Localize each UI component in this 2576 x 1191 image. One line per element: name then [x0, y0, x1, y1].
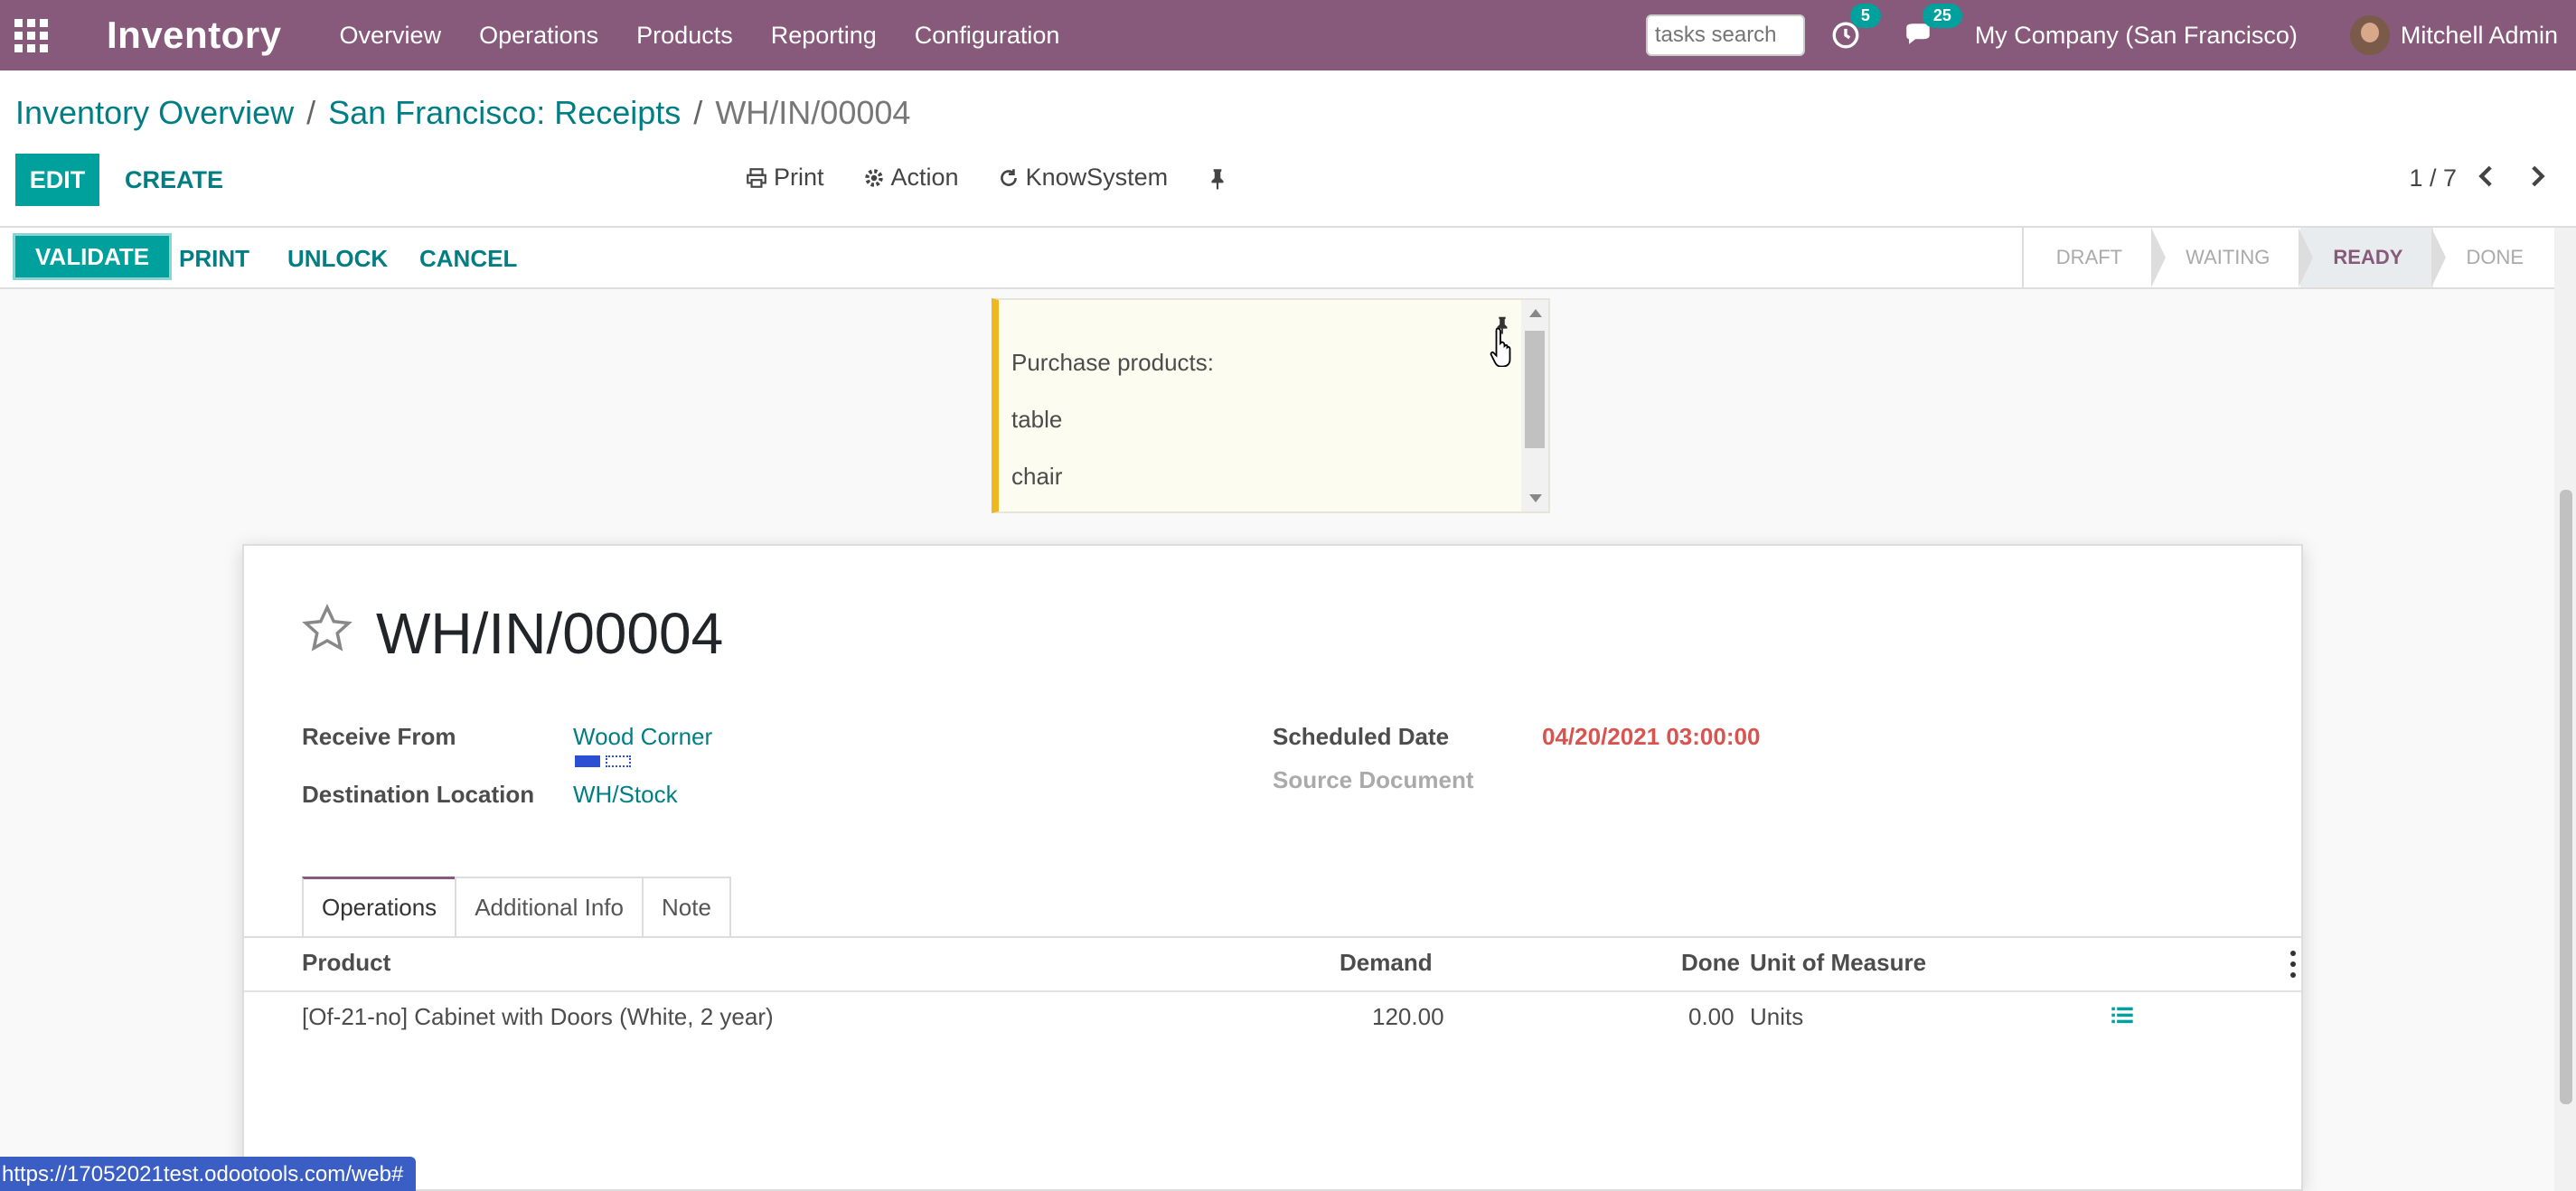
scheduled-date-value: 04/20/2021 03:00:00: [1542, 723, 1761, 750]
user-name: Mitchell Admin: [2400, 21, 2558, 49]
form-sheet: WH/IN/00004 Receive From Wood Corner Des…: [242, 544, 2303, 1191]
cancel-button[interactable]: CANCEL: [419, 237, 517, 280]
tag-filled[interactable]: [575, 755, 600, 767]
breadcrumb-inventory-overview[interactable]: Inventory Overview: [15, 94, 294, 132]
star-icon[interactable]: [300, 602, 354, 656]
note-content: Purchase products: table chair: [1011, 334, 1214, 505]
breadcrumb: Inventory Overview / San Francisco: Rece…: [15, 94, 910, 132]
main-menu: Overview Operations Products Reporting C…: [340, 22, 1098, 50]
stage-draft: DRAFT: [2055, 246, 2123, 268]
breadcrumb-separator: /: [693, 94, 703, 131]
sticky-note[interactable]: Purchase products: table chair: [992, 298, 1550, 513]
scroll-down-arrow-icon[interactable]: [1529, 494, 1542, 502]
receive-from-link[interactable]: Wood Corner: [573, 723, 712, 751]
menu-configuration[interactable]: Configuration: [915, 22, 1060, 50]
form-statusbar: VALIDATE PRINT UNLOCK CANCEL DRAFT WAITI…: [0, 228, 2554, 289]
chevron-right-icon[interactable]: [2522, 161, 2552, 192]
stage-waiting: WAITING: [2151, 228, 2300, 287]
knowsystem-menu[interactable]: KnowSystem: [997, 164, 1169, 192]
breadcrumb-separator: /: [306, 94, 316, 131]
stage-ready: READY: [2299, 228, 2434, 287]
top-navbar: Inventory Overview Operations Products R…: [0, 0, 2576, 70]
page-scrollbar[interactable]: [2554, 228, 2576, 1191]
note-scrollbar-thumb[interactable]: [1525, 331, 1545, 448]
column-unit-of-measure[interactable]: Unit of Measure: [1750, 949, 1926, 977]
tab-operations[interactable]: Operations: [302, 877, 457, 936]
column-product[interactable]: Product: [302, 949, 390, 977]
cell-uom: Units: [1750, 1003, 1804, 1030]
notebook-tabs: Operations Additional Info Note: [302, 877, 731, 936]
breadcrumb-current: WH/IN/00004: [715, 94, 911, 131]
scheduled-date-label: Scheduled Date: [1273, 723, 1450, 750]
user-menu[interactable]: Mitchell Admin: [2349, 15, 2558, 55]
company-switcher[interactable]: My Company (San Francisco): [1975, 22, 2298, 50]
stage-pipeline: DRAFT WAITING READY DONE: [2021, 228, 2554, 287]
scroll-up-arrow-icon[interactable]: [1529, 309, 1542, 317]
knowsystem-menu-label: KnowSystem: [1025, 164, 1169, 191]
action-bar: Print Action KnowSystem: [745, 164, 1273, 192]
cell-product: [Of-21-no] Cabinet with Doors (White, 2 …: [302, 1003, 774, 1030]
destination-location-label: Destination Location: [302, 781, 535, 808]
optional-columns-icon[interactable]: [2289, 951, 2298, 978]
thumbtack-icon: [1211, 168, 1224, 190]
menu-overview[interactable]: Overview: [340, 22, 442, 50]
print-menu[interactable]: Print: [745, 164, 824, 192]
unlock-button[interactable]: UNLOCK: [287, 237, 388, 280]
tag-empty[interactable]: [606, 755, 631, 767]
apps-menu-icon[interactable]: [13, 17, 49, 53]
action-menu[interactable]: Action: [862, 164, 959, 192]
print-button[interactable]: PRINT: [179, 237, 249, 280]
gear-icon: [864, 168, 883, 187]
column-done[interactable]: Done: [1681, 949, 1740, 977]
activity-menu[interactable]: 5: [1830, 4, 1881, 51]
thumbtack-icon[interactable]: [1492, 314, 1512, 334]
tab-note[interactable]: Note: [641, 877, 731, 936]
action-menu-label: Action: [890, 164, 959, 191]
messages-count-badge: 25: [1922, 4, 1962, 28]
avatar: [2349, 15, 2390, 55]
validate-button[interactable]: VALIDATE: [13, 233, 173, 280]
print-menu-label: Print: [774, 164, 824, 191]
pin-button[interactable]: [1206, 164, 1235, 192]
status-url: https://17052021test.odootools.com/web#: [0, 1157, 417, 1191]
column-demand[interactable]: Demand: [1340, 949, 1433, 977]
printer-icon: [747, 167, 766, 188]
refresh-icon: [1000, 168, 1017, 186]
note-scrollbar[interactable]: [1521, 300, 1548, 511]
receive-from-label: Receive From: [302, 723, 456, 750]
list-icon[interactable]: [2110, 1003, 2135, 1028]
stage-done: DONE: [2431, 228, 2554, 287]
pager-value[interactable]: 1 / 7: [2409, 164, 2457, 192]
breadcrumb-receipts[interactable]: San Francisco: Receipts: [328, 94, 681, 132]
table-row[interactable]: [Of-21-no] Cabinet with Doors (White, 2 …: [244, 992, 2301, 1046]
menu-operations[interactable]: Operations: [479, 22, 598, 50]
partner-tags: [575, 755, 631, 767]
cell-done: 0.00: [1688, 1003, 1735, 1030]
control-panel: Inventory Overview / San Francisco: Rece…: [0, 70, 2576, 228]
activity-count-badge: 5: [1849, 4, 1881, 28]
note-line: table: [1011, 406, 1063, 433]
page-scrollbar-thumb[interactable]: [2560, 490, 2572, 1104]
tab-additional-info[interactable]: Additional Info: [455, 877, 644, 936]
source-document-label: Source Document: [1273, 766, 1474, 793]
app-brand[interactable]: Inventory: [107, 14, 282, 57]
tasks-search-input[interactable]: [1645, 14, 1805, 56]
record-title: WH/IN/00004: [376, 601, 724, 666]
messages-menu[interactable]: 25: [1903, 4, 1962, 51]
edit-button[interactable]: EDIT: [15, 154, 99, 206]
create-button[interactable]: CREATE: [125, 154, 223, 206]
navbar-right: 5 25 My Company (San Francisco) Mitchell…: [1645, 0, 2558, 70]
note-line: chair: [1011, 463, 1063, 490]
chevron-left-icon[interactable]: [2471, 161, 2502, 192]
cell-demand: 120.00: [1372, 1003, 1444, 1030]
table-header: Product Demand Done Unit of Measure: [244, 938, 2301, 992]
menu-reporting[interactable]: Reporting: [771, 22, 877, 50]
destination-location-link[interactable]: WH/Stock: [573, 781, 678, 809]
menu-products[interactable]: Products: [636, 22, 733, 50]
note-line: Purchase products:: [1011, 349, 1215, 376]
